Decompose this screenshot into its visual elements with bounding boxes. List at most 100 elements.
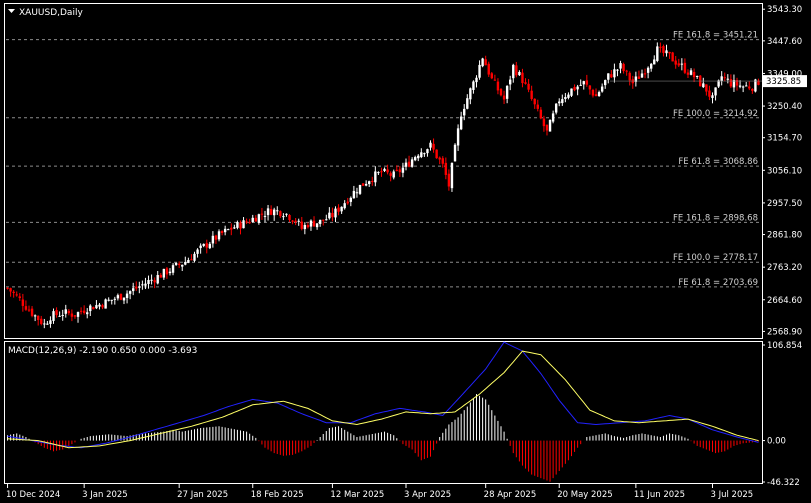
candle-body [447, 173, 451, 187]
candle [613, 63, 616, 83]
candle [128, 290, 132, 300]
candle [692, 68, 696, 83]
candle-body [646, 67, 650, 73]
price-tick-label: 2957.50 [767, 199, 802, 209]
candle [496, 78, 500, 95]
candle-body [432, 143, 435, 150]
candle-body [300, 221, 303, 229]
candle [190, 254, 193, 261]
candle [55, 307, 58, 318]
candle-body [340, 206, 343, 212]
candle-body [377, 172, 380, 174]
candle-body [276, 210, 279, 212]
candle [187, 257, 190, 264]
candle [426, 148, 429, 157]
candle-body [496, 81, 500, 91]
candle [147, 275, 150, 289]
time-tick-label: 3 Jan 2025 [82, 490, 128, 500]
candle [79, 307, 83, 315]
candle-body [15, 294, 18, 296]
candle-body [686, 72, 690, 75]
candle-body [82, 310, 86, 314]
candle-body [251, 217, 254, 223]
candle-body [420, 152, 423, 158]
candle [159, 273, 162, 278]
candle-body [380, 171, 383, 173]
candle [355, 187, 359, 198]
macd-axis: 106.854 0.00 -46.322 [762, 341, 802, 488]
candle [582, 80, 585, 90]
candle-body [600, 86, 604, 92]
candle [36, 315, 40, 326]
candle [153, 277, 156, 289]
candle [374, 166, 377, 187]
candle [168, 268, 172, 276]
candle-body [52, 311, 55, 321]
candle [392, 169, 395, 180]
candle-body [162, 268, 166, 278]
candle-body [202, 243, 205, 246]
candle-body [131, 288, 135, 292]
candle [318, 219, 322, 227]
candle [40, 315, 43, 326]
candle-body [622, 63, 625, 72]
candle [214, 234, 218, 244]
candle-body [46, 323, 49, 325]
candle [680, 58, 684, 71]
candle [671, 51, 674, 62]
candle-body [260, 213, 264, 215]
candle-body [361, 183, 365, 186]
candle [220, 230, 224, 236]
price-tick-label: 3154.70 [767, 134, 802, 144]
candle-body [527, 83, 530, 90]
candle [717, 79, 720, 89]
candle-body [355, 192, 359, 194]
candle-body [266, 208, 270, 216]
candle [116, 293, 120, 301]
time-tick-label: 10 Dec 2024 [6, 490, 60, 500]
candle-body [395, 169, 398, 171]
candle-body [625, 70, 628, 72]
candle-body [610, 74, 613, 78]
candle-body [318, 219, 322, 224]
candle [456, 124, 460, 151]
candle-body [294, 220, 297, 223]
candle-body [708, 90, 711, 97]
candle-body [423, 153, 426, 155]
candle [138, 281, 141, 294]
candle-body [466, 98, 469, 109]
candle-body [576, 86, 579, 90]
candle [248, 218, 251, 224]
time-tick-label: 20 May 2025 [557, 490, 612, 500]
candle [76, 311, 80, 323]
candle [107, 297, 110, 302]
chart-window: FE 161.8 = 3451.21 FE 100.0 = 3214.92 FE 6… [0, 0, 811, 503]
candle-body [334, 208, 337, 218]
candle-body [107, 299, 110, 301]
candle-body [714, 87, 717, 96]
symbol-dropdown-icon[interactable] [8, 9, 15, 13]
time-tick-label: 28 Apr 2025 [484, 490, 537, 500]
candle [711, 92, 714, 104]
candle [459, 111, 463, 131]
candle [276, 206, 279, 215]
candle [61, 309, 64, 321]
candle [545, 124, 549, 136]
candle [689, 68, 693, 76]
candle-body [58, 315, 61, 317]
candle [254, 215, 258, 222]
candle [33, 314, 37, 322]
candle [502, 90, 506, 105]
candle-body [711, 95, 714, 99]
candle [720, 71, 723, 86]
candle-body [392, 171, 395, 178]
candle [89, 304, 92, 317]
candle [383, 167, 386, 173]
candle [389, 171, 392, 182]
candle-body [438, 157, 441, 160]
fib-label: FE 161.8 = 3451.21 [673, 31, 758, 41]
candle [49, 316, 52, 328]
candle-body [364, 183, 368, 186]
candle [404, 158, 408, 171]
candle-body [291, 220, 294, 222]
